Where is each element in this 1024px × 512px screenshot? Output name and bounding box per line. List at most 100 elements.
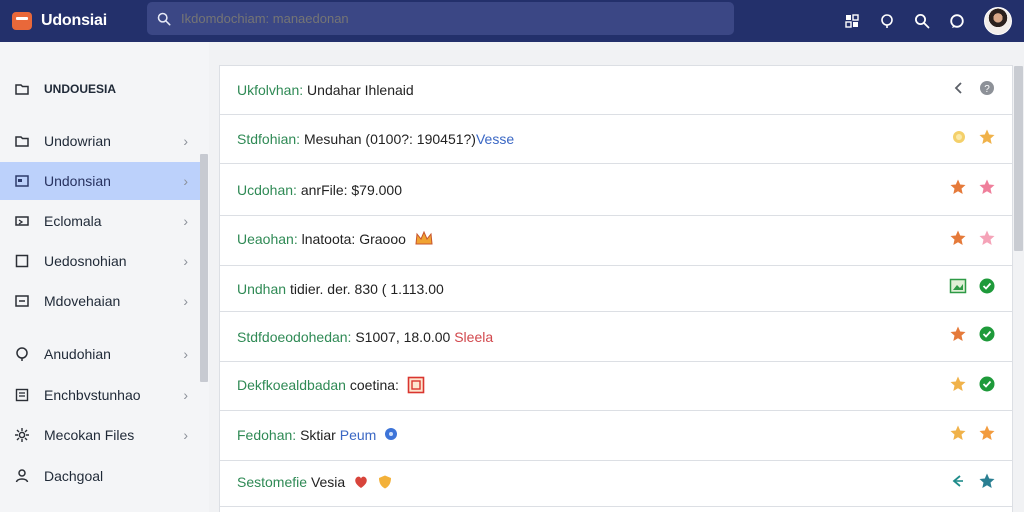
sidebar-item-label: Mdovehaian [44, 293, 121, 309]
list-item[interactable]: Ukfolvhan: Undahar Ihlenaid ? [220, 66, 1012, 115]
list-item[interactable]: Ueaohan: lnatoota: Graooo [220, 216, 1012, 266]
search-input[interactable] [181, 11, 701, 26]
star-pink-icon[interactable] [978, 178, 996, 201]
star-orange-icon[interactable] [949, 178, 967, 201]
row-key: Fedohan: [237, 426, 297, 443]
star-orange-icon[interactable] [978, 424, 996, 447]
list-item[interactable]: Stdfdoeodohedan: S1007, 18.0.00 Sleela [220, 312, 1012, 362]
star-pink-icon[interactable] [978, 229, 996, 252]
list-item[interactable]: Dekfkoealdbadan coetina: [220, 362, 1012, 411]
row-key: Stdfdoeodohedan: [237, 328, 352, 345]
star-teal-icon[interactable] [978, 472, 996, 495]
sidebar-item-label: Anudohian [44, 346, 111, 362]
calendar-icon [407, 376, 425, 397]
main-scrollbar[interactable] [1014, 66, 1023, 251]
sidebar-item-label: Eclomala [44, 213, 102, 229]
info-icon [16, 347, 28, 361]
sidebar-item-label: Undowrian [44, 133, 111, 149]
row-value: anrFile: $79.000 [300, 181, 403, 198]
check-icon[interactable] [978, 375, 996, 398]
svg-text:?: ? [984, 84, 990, 95]
row-value: S1007, 18.0.00 [355, 328, 451, 345]
sidebar-header[interactable]: UNDOUESIA [0, 74, 200, 104]
list-item[interactable]: Sestomefie Vesia [220, 461, 1012, 507]
help-icon[interactable]: ? [978, 79, 996, 102]
row-key: Dekfkoealdbadan [237, 376, 346, 393]
sidebar-item-enchbvstunhao[interactable]: Enchbvstunhao › [0, 376, 200, 414]
chevron-right-icon: › [183, 293, 188, 309]
sidebar-item-dachgoal[interactable]: Dachgoal [0, 457, 200, 495]
check-icon[interactable] [978, 277, 996, 300]
crown-icon [414, 230, 434, 251]
tag-icon [15, 216, 29, 226]
star-orange-icon[interactable] [949, 325, 967, 348]
shield-icon [377, 474, 393, 493]
chevron-right-icon: › [183, 213, 188, 229]
sidebar-item-label: Enchbvstunhao [44, 387, 141, 403]
archive-icon [15, 295, 29, 307]
folder-open-icon [15, 175, 29, 187]
row-value: tidier. der. 830 ( 1.113.00 [289, 280, 444, 297]
row-value: lnatoota: Graooo [301, 231, 406, 248]
row-key: Stdfohian: [237, 131, 301, 147]
row-value: Mesuhan (0100?: 190451?) [303, 131, 476, 147]
list-item[interactable]: Fedohan: Sktiar Peum [220, 411, 1012, 461]
heart-icon [353, 474, 369, 493]
row-key: Sestomefie [237, 474, 308, 491]
search-icon[interactable] [914, 13, 930, 29]
sidebar-item-undowrian[interactable]: Undowrian › [0, 122, 200, 160]
brand[interactable]: Udonsiai [0, 12, 146, 30]
chevron-right-icon: › [183, 346, 188, 362]
sidebar-scrollbar[interactable] [200, 154, 208, 382]
row-key: Ucdohan: [237, 181, 297, 198]
image-icon[interactable] [949, 278, 967, 299]
row-value-extra: Vesse [475, 131, 515, 147]
folder-icon [15, 84, 29, 95]
list-item[interactable]: Undhan tidier. der. 830 ( 1.113.00 [220, 266, 1012, 312]
square-icon [15, 254, 29, 268]
row-value: Sktiar [300, 426, 336, 443]
person-icon [15, 469, 29, 483]
star-gold-icon[interactable] [978, 128, 996, 151]
avatar[interactable] [984, 7, 1012, 35]
star-gold-icon[interactable] [949, 424, 967, 447]
search-icon [157, 12, 171, 25]
chevron-right-icon: › [183, 427, 188, 443]
row-value: coetina: [349, 376, 399, 393]
back-icon[interactable] [951, 80, 967, 101]
sidebar-item-label: Dachgoal [44, 468, 104, 484]
settings-icon [15, 428, 29, 442]
row-value: Vesia [310, 474, 346, 491]
sidebar-item-label: Uedosnohian [44, 253, 127, 269]
coin-icon[interactable] [951, 129, 967, 150]
help-icon[interactable] [879, 13, 895, 29]
top-bar: Udonsiai [0, 0, 1024, 42]
grid-icon[interactable] [844, 13, 860, 29]
row-value-extra: Peum [339, 426, 377, 443]
chat-icon[interactable] [949, 13, 965, 29]
chevron-right-icon: › [183, 253, 188, 269]
sidebar-item-anudohian[interactable]: Anudohian › [0, 335, 200, 373]
info-dot-icon [384, 427, 398, 444]
sidebar-item-eclomala[interactable]: Eclomala › [0, 202, 200, 240]
reply-icon[interactable] [949, 472, 967, 495]
app-name: Udonsiai [41, 12, 107, 29]
star-gold-icon[interactable] [949, 375, 967, 398]
list-item[interactable]: Stdfohian: Mesuhan (0100?: 190451?)Vesse [220, 115, 1012, 164]
chevron-right-icon: › [183, 173, 188, 189]
search-bar[interactable] [147, 2, 734, 35]
row-value-extra: Sleela [454, 328, 494, 345]
sidebar-item-mdovehaian[interactable]: Mdovehaian › [0, 282, 200, 320]
sidebar-header-label: UNDOUESIA [44, 82, 117, 96]
list-item[interactable]: Ucdohan: anrFile: $79.000 [220, 164, 1012, 216]
sidebar-item-mecokan-files[interactable]: Mecokan Files › [0, 416, 200, 454]
sidebar-item-label: Mecokan Files [44, 427, 135, 443]
check-icon[interactable] [978, 325, 996, 348]
row-key: Ueaohan: [237, 231, 298, 248]
sidebar-item-uedosnohian[interactable]: Uedosnohian › [0, 242, 200, 280]
sidebar-item-undonsian[interactable]: Undonsian › [0, 162, 200, 200]
row-key: Undhan [237, 280, 287, 297]
detail-panel: Ukfolvhan: Undahar Ihlenaid ? Stdfohian:… [219, 65, 1013, 512]
sidebar: UNDOUESIA Undowrian › Undonsian › Ecloma… [0, 42, 209, 512]
star-orange-icon[interactable] [949, 229, 967, 252]
